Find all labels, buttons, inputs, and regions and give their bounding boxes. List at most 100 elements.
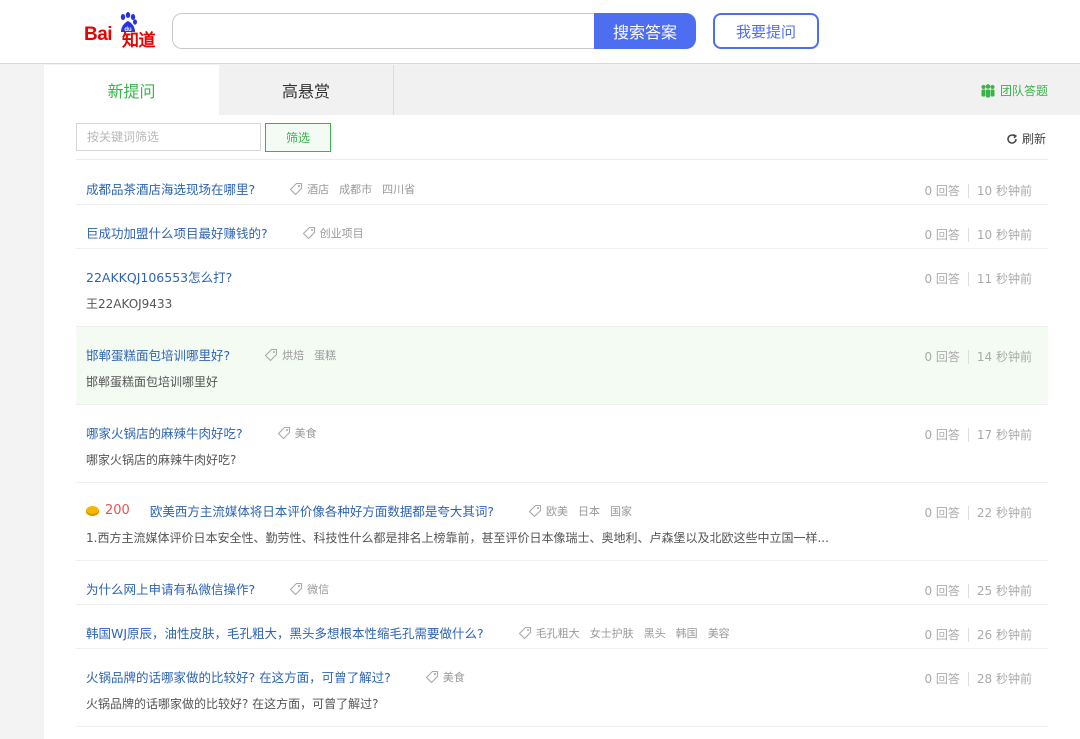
- reward-badge: 200: [86, 503, 130, 518]
- post-time: 10 秒钟前: [976, 228, 1032, 242]
- refresh-icon: [1007, 133, 1018, 144]
- tag-list: 欧美 日本 国家: [546, 503, 632, 519]
- question-row[interactable]: 为什么网上申请有私微信操作? 微信 0 回答 25 秒钟前: [76, 561, 1048, 605]
- question-row[interactable]: 邯郸蛋糕面包培训哪里好? 烘焙 蛋糕 邯郸蛋糕面包培训哪里好 0 回答 14 秒钟前: [76, 327, 1048, 405]
- question-row[interactable]: 巨成功加盟什么项目最好赚钱的? 创业项目 0 回答 10 秒钟前: [76, 205, 1048, 249]
- tag-list: 创业项目: [320, 225, 364, 241]
- question-description: 1.西方主流媒体评价日本安全性、勤劳性、科技性什么都是排名上榜靠前，甚至评价日本…: [86, 531, 829, 545]
- answer-count: 0 回答: [924, 272, 960, 286]
- tag-list: 美食: [295, 425, 317, 441]
- search-input[interactable]: [172, 13, 596, 49]
- answer-count: 0 回答: [924, 584, 960, 598]
- question-title-line: 韩国WJ原辰，油性皮肤，毛孔粗大，黑头多想根本性缩毛孔需要做什么? 毛孔粗大 女士护…: [86, 623, 730, 642]
- tag-link[interactable]: 美食: [295, 425, 317, 441]
- tag-link[interactable]: 蛋糕: [314, 347, 336, 363]
- tab-new-questions[interactable]: 新提问: [44, 65, 219, 115]
- tag-link[interactable]: 日本: [578, 503, 600, 519]
- question-row[interactable]: 成都品茶酒店海选现场在哪里? 酒店 成都市 四川省 0 回答 10 秒钟前: [76, 161, 1048, 205]
- answer-count: 0 回答: [924, 350, 960, 364]
- question-title-line: 巨成功加盟什么项目最好赚钱的? 创业项目: [86, 223, 364, 242]
- question-title-line: 邯郸蛋糕面包培训哪里好? 烘焙 蛋糕: [86, 345, 336, 364]
- tag-list: 烘焙 蛋糕: [282, 347, 336, 363]
- answer-count: 0 回答: [924, 506, 960, 520]
- tag-icon: [518, 626, 532, 640]
- question-title-line: 200 欧美西方主流媒体将日本评价像各种好方面数据都是夸大其词? 欧美 日本 国家: [86, 501, 632, 520]
- question-meta: 0 回答 26 秒钟前: [924, 626, 1032, 643]
- tag-link[interactable]: 微信: [307, 581, 329, 597]
- filter-divider: [76, 159, 1048, 160]
- question-row[interactable]: 22AKKQJ106553怎么打? 王22AKOJ9433 0 回答 11 秒钟前: [76, 249, 1048, 327]
- question-row[interactable]: 韩国WJ原辰，油性皮肤，毛孔粗大，黑头多想根本性缩毛孔需要做什么? 毛孔粗大 女士护…: [76, 605, 1048, 649]
- reward-value: 200: [105, 503, 130, 518]
- question-title-link[interactable]: 成都品茶酒店海选现场在哪里?: [86, 179, 255, 198]
- tag-icon: [289, 582, 303, 596]
- tag-list: 微信: [307, 581, 329, 597]
- search-answers-button[interactable]: 搜索答案: [594, 13, 696, 49]
- post-time: 26 秒钟前: [976, 628, 1032, 642]
- question-row[interactable]: 200 欧美西方主流媒体将日本评价像各种好方面数据都是夸大其词? 欧美 日本 国家 1.西…: [76, 483, 1048, 561]
- post-time: 11 秒钟前: [976, 272, 1032, 286]
- tag-link[interactable]: 酒店: [307, 181, 329, 197]
- meta-separator: [967, 349, 969, 364]
- question-description: 王22AKOJ9433: [86, 297, 173, 311]
- post-time: 10 秒钟前: [976, 184, 1032, 198]
- question-meta: 0 回答 22 秒钟前: [924, 504, 1032, 521]
- tag-icon: [302, 226, 316, 240]
- tag-list: 酒店 成都市 四川省: [307, 181, 415, 197]
- tag-icon: [289, 182, 303, 196]
- question-row[interactable]: 火锅品牌的话哪家做的比较好? 在这方面，可曾了解过? 美食 火锅品牌的话哪家做的比较…: [76, 649, 1048, 727]
- filter-button[interactable]: 筛选: [265, 123, 331, 152]
- question-meta: 0 回答 10 秒钟前: [924, 182, 1032, 199]
- meta-separator: [967, 583, 969, 598]
- question-title-line: 为什么网上申请有私微信操作? 微信: [86, 579, 329, 598]
- question-row[interactable]: 哪家火锅店的麻辣牛肉好吃? 美食 哪家火锅店的麻辣牛肉好吃? 0 回答 17 秒钟前: [76, 405, 1048, 483]
- meta-separator: [967, 271, 969, 286]
- refresh-label: 刷新: [1021, 132, 1046, 146]
- meta-separator: [967, 183, 969, 198]
- refresh-link[interactable]: 刷新: [1006, 130, 1046, 147]
- tab-high-bounty[interactable]: 高悬赏: [219, 65, 394, 115]
- question-title-link[interactable]: 哪家火锅店的麻辣牛肉好吃?: [86, 423, 243, 442]
- baidu-zhidao-logo[interactable]: Bai du 知道: [84, 12, 172, 52]
- tab-bar: 新提问 高悬赏 团队答题: [44, 65, 1080, 115]
- tag-link[interactable]: 美食: [443, 669, 465, 685]
- tag-link[interactable]: 欧美: [546, 503, 568, 519]
- post-time: 22 秒钟前: [976, 506, 1032, 520]
- tag-link[interactable]: 毛孔粗大: [536, 625, 580, 641]
- question-title-line: 火锅品牌的话哪家做的比较好? 在这方面，可曾了解过? 美食: [86, 667, 465, 686]
- tag-icon: [264, 348, 278, 362]
- post-time: 17 秒钟前: [976, 428, 1032, 442]
- meta-separator: [967, 671, 969, 686]
- question-meta: 0 回答 28 秒钟前: [924, 670, 1032, 687]
- tag-link[interactable]: 美容: [708, 625, 730, 641]
- question-description: 火锅品牌的话哪家做的比较好? 在这方面，可曾了解过?: [86, 697, 379, 711]
- question-title-link[interactable]: 韩国WJ原辰，油性皮肤，毛孔粗大，黑头多想根本性缩毛孔需要做什么?: [86, 623, 484, 642]
- tag-list: 美食: [443, 669, 465, 685]
- question-title-link[interactable]: 为什么网上申请有私微信操作?: [86, 579, 255, 598]
- tag-link[interactable]: 女士护肤: [590, 625, 634, 641]
- answer-count: 0 回答: [924, 428, 960, 442]
- question-title-link[interactable]: 欧美西方主流媒体将日本评价像各种好方面数据都是夸大其词?: [150, 501, 494, 520]
- keyword-filter-input[interactable]: [76, 123, 261, 151]
- question-title-link[interactable]: 火锅品牌的话哪家做的比较好? 在这方面，可曾了解过?: [86, 667, 391, 686]
- tag-link[interactable]: 成都市: [339, 181, 372, 197]
- logo-text-bai: Bai: [84, 24, 113, 45]
- question-title-line: 22AKKQJ106553怎么打?: [86, 267, 232, 286]
- tag-icon: [277, 426, 291, 440]
- tag-link[interactable]: 四川省: [382, 181, 415, 197]
- question-title-link[interactable]: 巨成功加盟什么项目最好赚钱的?: [86, 223, 268, 242]
- tag-link[interactable]: 创业项目: [320, 225, 364, 241]
- ask-question-button[interactable]: 我要提问: [713, 13, 819, 49]
- tag-link[interactable]: 黑头: [644, 625, 666, 641]
- question-title-link[interactable]: 邯郸蛋糕面包培训哪里好?: [86, 345, 230, 364]
- question-description: 邯郸蛋糕面包培训哪里好: [86, 375, 219, 389]
- meta-separator: [967, 427, 969, 442]
- meta-separator: [967, 505, 969, 520]
- team-answer-link[interactable]: 团队答题: [980, 82, 1048, 99]
- question-title-link[interactable]: 22AKKQJ106553怎么打?: [86, 267, 232, 286]
- tag-link[interactable]: 烘焙: [282, 347, 304, 363]
- answer-count: 0 回答: [924, 672, 960, 686]
- tag-link[interactable]: 国家: [610, 503, 632, 519]
- tag-link[interactable]: 韩国: [676, 625, 698, 641]
- question-title-line: 成都品茶酒店海选现场在哪里? 酒店 成都市 四川省: [86, 179, 415, 198]
